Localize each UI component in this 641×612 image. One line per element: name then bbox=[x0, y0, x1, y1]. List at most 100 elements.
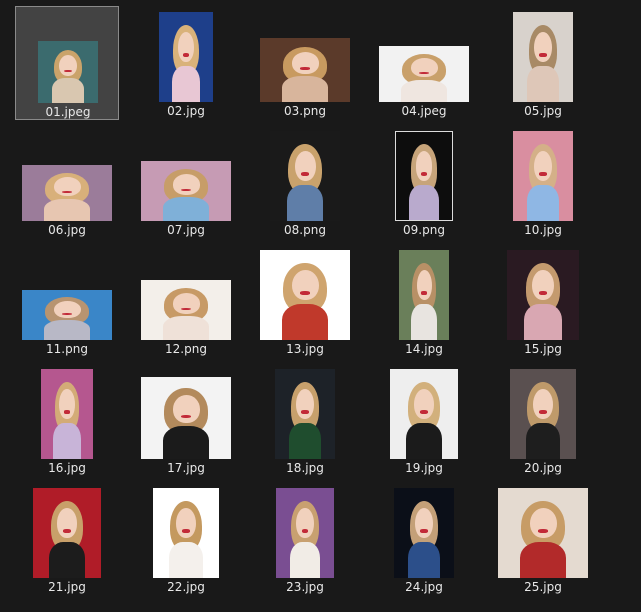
image-thumbnail[interactable] bbox=[507, 250, 579, 340]
file-tile[interactable]: 09.png bbox=[372, 125, 476, 239]
image-thumbnail[interactable] bbox=[275, 369, 335, 459]
thumbnail-body-shape bbox=[281, 304, 329, 340]
file-tile[interactable]: 19.jpg bbox=[372, 363, 476, 477]
thumbnail-area bbox=[372, 363, 476, 459]
file-tile[interactable]: 10.jpg bbox=[491, 125, 595, 239]
thumbnail-area bbox=[491, 6, 595, 102]
thumbnail-lips-shape bbox=[301, 410, 309, 414]
image-thumbnail[interactable] bbox=[22, 290, 112, 340]
thumbnail-lips-shape bbox=[182, 529, 190, 533]
file-tile[interactable]: 03.png bbox=[253, 6, 357, 120]
thumbnail-face-shape bbox=[416, 269, 432, 301]
image-thumbnail[interactable] bbox=[159, 12, 213, 102]
thumbnail-face-shape bbox=[53, 301, 81, 318]
image-thumbnail[interactable] bbox=[276, 488, 334, 578]
image-thumbnail[interactable] bbox=[260, 250, 350, 340]
file-tile[interactable]: 13.jpg bbox=[253, 244, 357, 358]
file-tile[interactable]: 08.png bbox=[253, 125, 357, 239]
image-thumbnail[interactable] bbox=[22, 165, 112, 221]
thumbnail-body-shape bbox=[286, 185, 324, 221]
thumbnail-face-shape bbox=[413, 388, 435, 420]
file-tile[interactable]: 20.jpg bbox=[491, 363, 595, 477]
thumbnail-area bbox=[253, 244, 357, 340]
image-thumbnail[interactable] bbox=[260, 38, 350, 102]
file-name-label: 12.png bbox=[165, 342, 207, 356]
thumbnail-body-shape bbox=[281, 76, 329, 102]
file-name-label: 14.jpg bbox=[405, 342, 443, 356]
image-thumbnail[interactable] bbox=[390, 369, 458, 459]
thumbnail-area bbox=[491, 125, 595, 221]
image-thumbnail[interactable] bbox=[498, 488, 588, 578]
file-name-label: 10.jpg bbox=[524, 223, 562, 237]
thumbnail-face-shape bbox=[291, 52, 319, 74]
file-name-label: 07.jpg bbox=[167, 223, 205, 237]
image-thumbnail[interactable] bbox=[38, 41, 98, 103]
thumbnail-lips-shape bbox=[182, 53, 190, 57]
file-tile[interactable]: 01.jpeg bbox=[15, 6, 119, 120]
thumbnail-body-shape bbox=[527, 66, 559, 102]
thumbnail-area bbox=[16, 7, 120, 103]
file-tile[interactable]: 25.jpg bbox=[491, 482, 595, 596]
thumbnail-area bbox=[372, 482, 476, 578]
thumbnail-area bbox=[491, 482, 595, 578]
thumbnail-lips-shape bbox=[61, 190, 73, 193]
file-tile[interactable]: 15.jpg bbox=[491, 244, 595, 358]
file-tile[interactable]: 24.jpg bbox=[372, 482, 476, 596]
file-tile[interactable]: 06.jpg bbox=[15, 125, 119, 239]
thumbnail-lips-shape bbox=[61, 313, 73, 315]
file-tile[interactable]: 02.jpg bbox=[134, 6, 238, 120]
file-tile[interactable]: 22.jpg bbox=[134, 482, 238, 596]
image-thumbnail[interactable] bbox=[33, 488, 101, 578]
thumbnail-lips-shape bbox=[418, 71, 430, 74]
file-tile[interactable]: 07.jpg bbox=[134, 125, 238, 239]
file-tile[interactable]: 17.jpg bbox=[134, 363, 238, 477]
image-thumbnail[interactable] bbox=[153, 488, 219, 578]
thumbnail-face-shape bbox=[294, 150, 316, 182]
file-tile[interactable]: 23.jpg bbox=[253, 482, 357, 596]
thumbnail-body-shape bbox=[171, 66, 201, 102]
file-tile[interactable]: 04.jpeg bbox=[372, 6, 476, 120]
image-thumbnail[interactable] bbox=[513, 131, 573, 221]
image-thumbnail[interactable] bbox=[379, 46, 469, 102]
image-thumbnail[interactable] bbox=[395, 131, 453, 221]
image-thumbnail[interactable] bbox=[394, 488, 454, 578]
file-name-label: 22.jpg bbox=[167, 580, 205, 594]
file-tile[interactable]: 05.jpg bbox=[491, 6, 595, 120]
image-thumbnail[interactable] bbox=[141, 377, 231, 459]
thumbnail-area bbox=[491, 363, 595, 459]
image-thumbnail[interactable] bbox=[141, 161, 231, 221]
thumbnail-lips-shape bbox=[180, 414, 192, 418]
file-tile[interactable]: 14.jpg bbox=[372, 244, 476, 358]
file-name-label: 03.png bbox=[284, 104, 326, 118]
thumbnail-body-shape bbox=[162, 316, 210, 340]
image-thumbnail[interactable] bbox=[513, 12, 573, 102]
file-name-label: 17.jpg bbox=[167, 461, 205, 475]
thumbnail-face-shape bbox=[410, 58, 438, 78]
image-thumbnail[interactable] bbox=[270, 131, 340, 221]
file-name-label: 21.jpg bbox=[48, 580, 86, 594]
image-thumbnail[interactable] bbox=[510, 369, 576, 459]
file-name-label: 24.jpg bbox=[405, 580, 443, 594]
thumbnail-face-shape bbox=[529, 507, 557, 539]
file-tile[interactable]: 12.png bbox=[134, 244, 238, 358]
thumbnail-area bbox=[134, 363, 238, 459]
thumbnail-area bbox=[134, 6, 238, 102]
image-thumbnail[interactable] bbox=[141, 280, 231, 340]
file-tile[interactable]: 16.jpg bbox=[15, 363, 119, 477]
file-name-label: 05.jpg bbox=[524, 104, 562, 118]
file-tile[interactable]: 18.jpg bbox=[253, 363, 357, 477]
thumbnail-area bbox=[372, 125, 476, 221]
file-tile[interactable]: 21.jpg bbox=[15, 482, 119, 596]
image-thumbnail[interactable] bbox=[399, 250, 449, 340]
file-name-label: 25.jpg bbox=[524, 580, 562, 594]
thumbnail-face-shape bbox=[415, 507, 433, 539]
thumbnail-area bbox=[134, 244, 238, 340]
thumbnail-area bbox=[134, 482, 238, 578]
thumbnail-lips-shape bbox=[180, 188, 192, 191]
image-thumbnail[interactable] bbox=[41, 369, 93, 459]
thumbnail-body-shape bbox=[409, 184, 439, 220]
thumbnail-face-shape bbox=[532, 269, 554, 301]
thumbnail-body-shape bbox=[52, 78, 84, 103]
file-name-label: 04.jpeg bbox=[401, 104, 447, 118]
file-tile[interactable]: 11.png bbox=[15, 244, 119, 358]
